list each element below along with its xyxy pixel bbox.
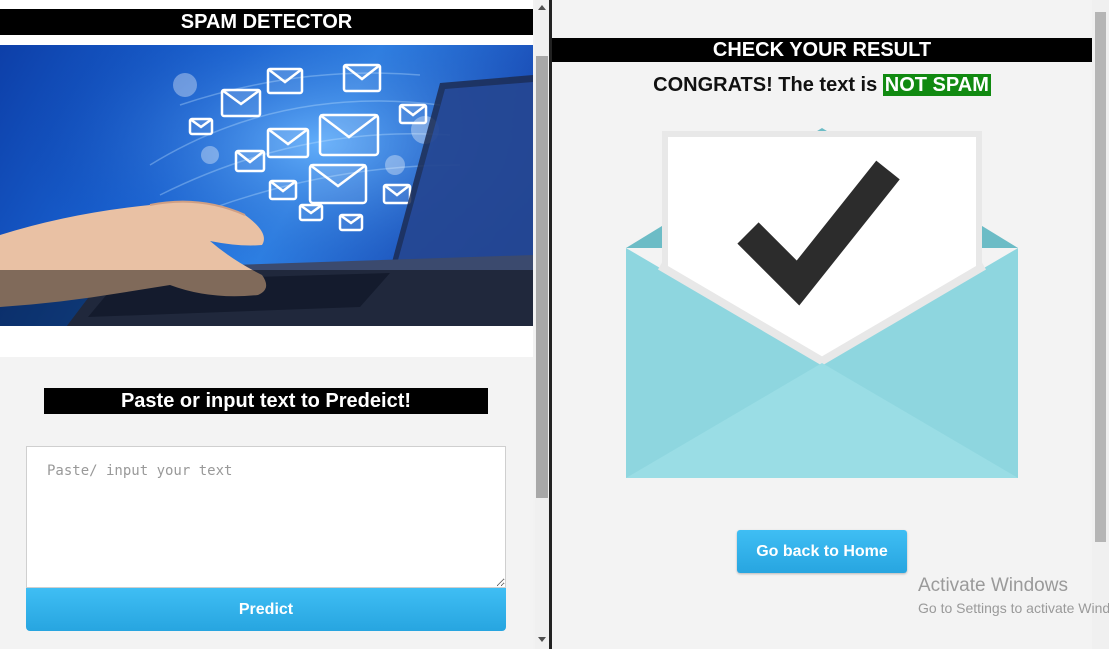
text-input[interactable] xyxy=(26,446,506,588)
result-pane: CHECK YOUR RESULT CONGRATS! The text is … xyxy=(552,0,1109,649)
spam-detector-pane: SPAM DETECTOR Paste or input text to Pre… xyxy=(0,0,533,649)
activation-watermark: Activate Windows Go to Settings to activ… xyxy=(918,575,1109,616)
hand-laptop-email-illustration xyxy=(0,45,533,326)
app-title: SPAM DETECTOR xyxy=(0,9,533,35)
prompt-heading: Paste or input text to Predeict! xyxy=(44,388,488,414)
result-title: CHECK YOUR RESULT xyxy=(552,38,1092,62)
right-scrollbar-thumb[interactable] xyxy=(1095,12,1106,542)
watermark-subtitle: Go to Settings to activate Windows. xyxy=(918,600,1109,616)
watermark-title: Activate Windows xyxy=(918,575,1068,596)
scroll-up-arrow-icon[interactable] xyxy=(538,5,546,10)
hero-image xyxy=(0,45,533,326)
left-scrollbar[interactable] xyxy=(535,0,549,649)
right-scrollbar[interactable] xyxy=(1092,0,1109,649)
result-prefix: CONGRATS! The text is xyxy=(653,74,878,96)
left-scrollbar-thumb[interactable] xyxy=(536,56,548,498)
result-badge: NOT SPAM xyxy=(882,74,991,96)
envelope-checkmark-icon xyxy=(626,128,1018,478)
predict-button[interactable]: Predict xyxy=(26,588,506,631)
scroll-down-arrow-icon[interactable] xyxy=(538,637,546,642)
result-message: CONGRATS! The text is NOT SPAM xyxy=(552,74,1092,97)
go-home-button[interactable]: Go back to Home xyxy=(737,530,907,573)
